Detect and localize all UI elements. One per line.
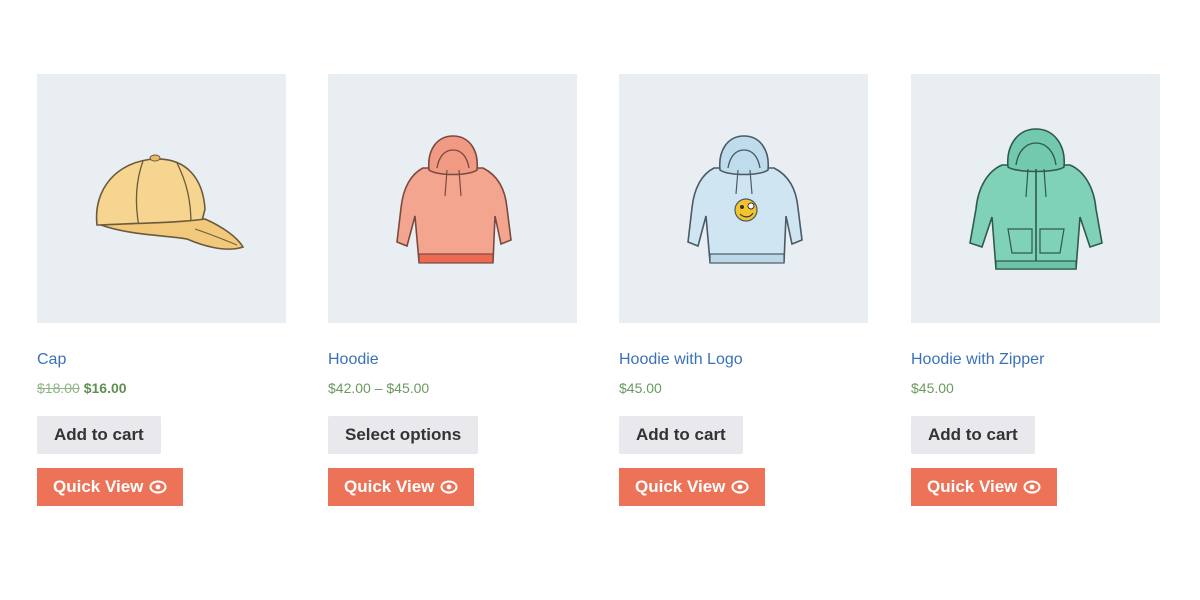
price-old: $18.00: [37, 380, 80, 396]
product-name-link[interactable]: Hoodie: [328, 350, 577, 370]
quick-view-label: Quick View: [344, 477, 435, 496]
product-image-hoodie[interactable]: [328, 74, 577, 323]
eye-icon: [731, 480, 749, 494]
quick-view-label: Quick View: [53, 477, 144, 496]
quick-view-button[interactable]: Quick View: [37, 468, 184, 506]
product-name-link[interactable]: Hoodie with Logo: [619, 350, 868, 370]
product-card: Hoodie with Logo $45.00 Add to cart Quic…: [619, 74, 868, 506]
hoodie-icon: [395, 134, 512, 264]
add-to-cart-button[interactable]: Add to cart: [619, 416, 743, 454]
product-card: Hoodie with Zipper $45.00 Add to cart Qu…: [911, 74, 1160, 506]
product-price: $45.00: [911, 380, 954, 396]
cap-icon: [95, 154, 244, 250]
eye-icon: [1023, 480, 1041, 494]
product-grid: Cap $18.00 $16.00 Add to cart Quick View: [0, 0, 1200, 600]
quick-view-button[interactable]: Quick View: [619, 468, 766, 506]
product-image-hoodie-with-logo[interactable]: [619, 74, 868, 323]
add-to-cart-button[interactable]: Add to cart: [37, 416, 161, 454]
product-image-hoodie-with-zipper[interactable]: [911, 74, 1160, 323]
product-price: $18.00 $16.00: [37, 379, 286, 397]
add-to-cart-button[interactable]: Add to cart: [911, 416, 1035, 454]
quick-view-button[interactable]: Quick View: [911, 468, 1058, 506]
price-sale: $16.00: [83, 380, 127, 396]
eye-icon: [440, 480, 458, 494]
select-options-button[interactable]: Select options: [328, 416, 479, 454]
product-price: $42.00 – $45.00: [328, 380, 430, 396]
hoodie-with-logo-icon: [686, 134, 803, 264]
product-name-link[interactable]: Hoodie with Zipper: [911, 350, 1160, 370]
eye-icon: [149, 480, 167, 494]
hoodie-with-zipper-icon: [968, 127, 1103, 270]
product-name-link[interactable]: Cap: [37, 350, 286, 370]
product-price: $45.00: [619, 380, 662, 396]
quick-view-label: Quick View: [927, 477, 1018, 496]
quick-view-button[interactable]: Quick View: [328, 468, 475, 506]
product-card: Hoodie $42.00 – $45.00 Select options Qu…: [328, 74, 577, 506]
product-image-cap[interactable]: [37, 74, 286, 323]
product-card: Cap $18.00 $16.00 Add to cart Quick View: [37, 74, 286, 506]
quick-view-label: Quick View: [635, 477, 726, 496]
